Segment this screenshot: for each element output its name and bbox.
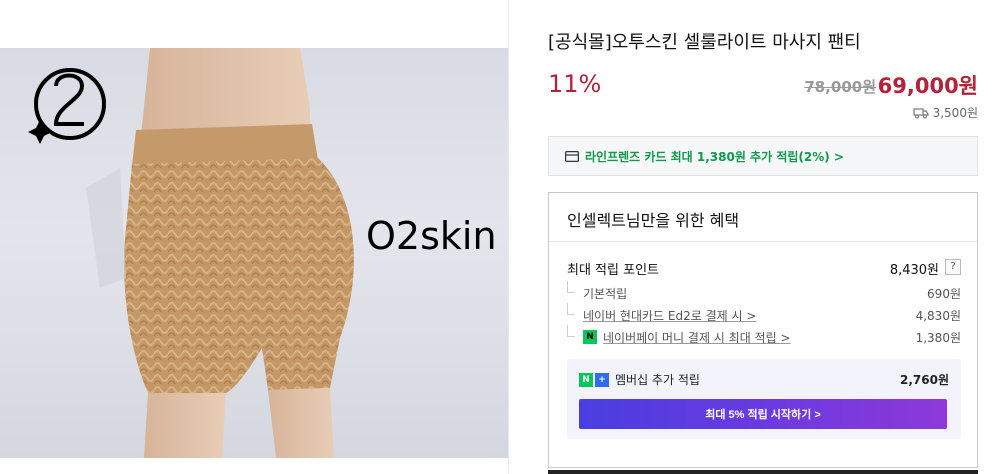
membership-panel: N + 멤버십 추가 적립 2,760원 최대 5% 적립 시작하기 > — [567, 359, 961, 439]
npay-badge-icon: N — [583, 330, 597, 344]
basic-points-row: 기본적립 690원 — [567, 281, 961, 303]
truck-icon — [912, 107, 929, 118]
start-membership-button[interactable]: 최대 5% 적립 시작하기 > — [579, 399, 947, 429]
tree-branch-icon — [567, 281, 575, 293]
sale-price: 69,000원 — [877, 74, 978, 98]
benefit-panel: 인셀렉트님만을 위한 혜택 최대 적립 포인트 8,430원 ? 기본적립 69… — [548, 192, 978, 468]
benefit-divider — [549, 241, 977, 242]
discount-rate: 11% — [548, 70, 602, 98]
pane-divider — [508, 0, 509, 474]
basic-points-value: 690원 — [927, 287, 961, 301]
plus-badge: + — [595, 373, 609, 387]
max-points-value: 8,430원 — [889, 263, 939, 278]
card-benefit-banner[interactable]: 라인프렌즈 카드 최대 1,380원 추가 적립(2%) > — [548, 136, 978, 176]
card-points-value: 4,830원 — [915, 309, 961, 323]
npay-points-link[interactable]: 네이버페이 머니 결제 시 최대 적립 > — [603, 329, 791, 346]
original-price: 78,000원 — [804, 78, 876, 96]
o2skin-logo-icon — [28, 68, 106, 144]
membership-label: 멤버십 추가 적립 — [615, 373, 700, 387]
credit-card-icon — [565, 150, 579, 162]
membership-value: 2,760원 — [900, 373, 949, 387]
n-badge: N — [579, 373, 593, 387]
basic-points-label: 기본적립 — [583, 287, 628, 301]
card-points-link[interactable]: 네이버 현대카드 Ed2로 결제 시 > — [583, 307, 756, 324]
card-points-row[interactable]: 네이버 현대카드 Ed2로 결제 시 > 4,830원 — [567, 303, 961, 325]
tree-branch-icon — [567, 325, 575, 337]
naver-plus-badge-icon: N + — [579, 373, 609, 387]
brand-name: O2skin — [366, 214, 497, 258]
npay-points-row[interactable]: N 네이버페이 머니 결제 시 최대 적립 > 1,380원 — [567, 325, 961, 347]
product-image[interactable]: O2skin — [0, 48, 508, 458]
card-benefit-text: 라인프렌즈 카드 최대 1,380원 추가 적립(2%) > — [585, 149, 844, 164]
tree-branch-icon — [567, 303, 575, 315]
benefit-title: 인셀렉트님만을 위한 혜택 — [567, 211, 740, 230]
npay-points-value: 1,380원 — [915, 331, 961, 345]
product-gallery: O2skin — [0, 0, 508, 474]
help-icon[interactable]: ? — [945, 259, 961, 275]
max-points-label: 최대 적립 포인트 — [567, 263, 659, 278]
max-points-row: 최대 적립 포인트 8,430원 ? — [567, 259, 961, 278]
product-info: [공식몰]오투스킨 셀룰라이트 마사지 팬티 11% 78,000원 69,00… — [548, 0, 978, 474]
shipping-fee: 3,500원 — [912, 104, 978, 121]
shipping-fee-value: 3,500원 — [932, 106, 978, 120]
bottom-border — [548, 470, 978, 474]
product-title: [공식몰]오투스킨 셀룰라이트 마사지 팬티 — [548, 32, 861, 53]
